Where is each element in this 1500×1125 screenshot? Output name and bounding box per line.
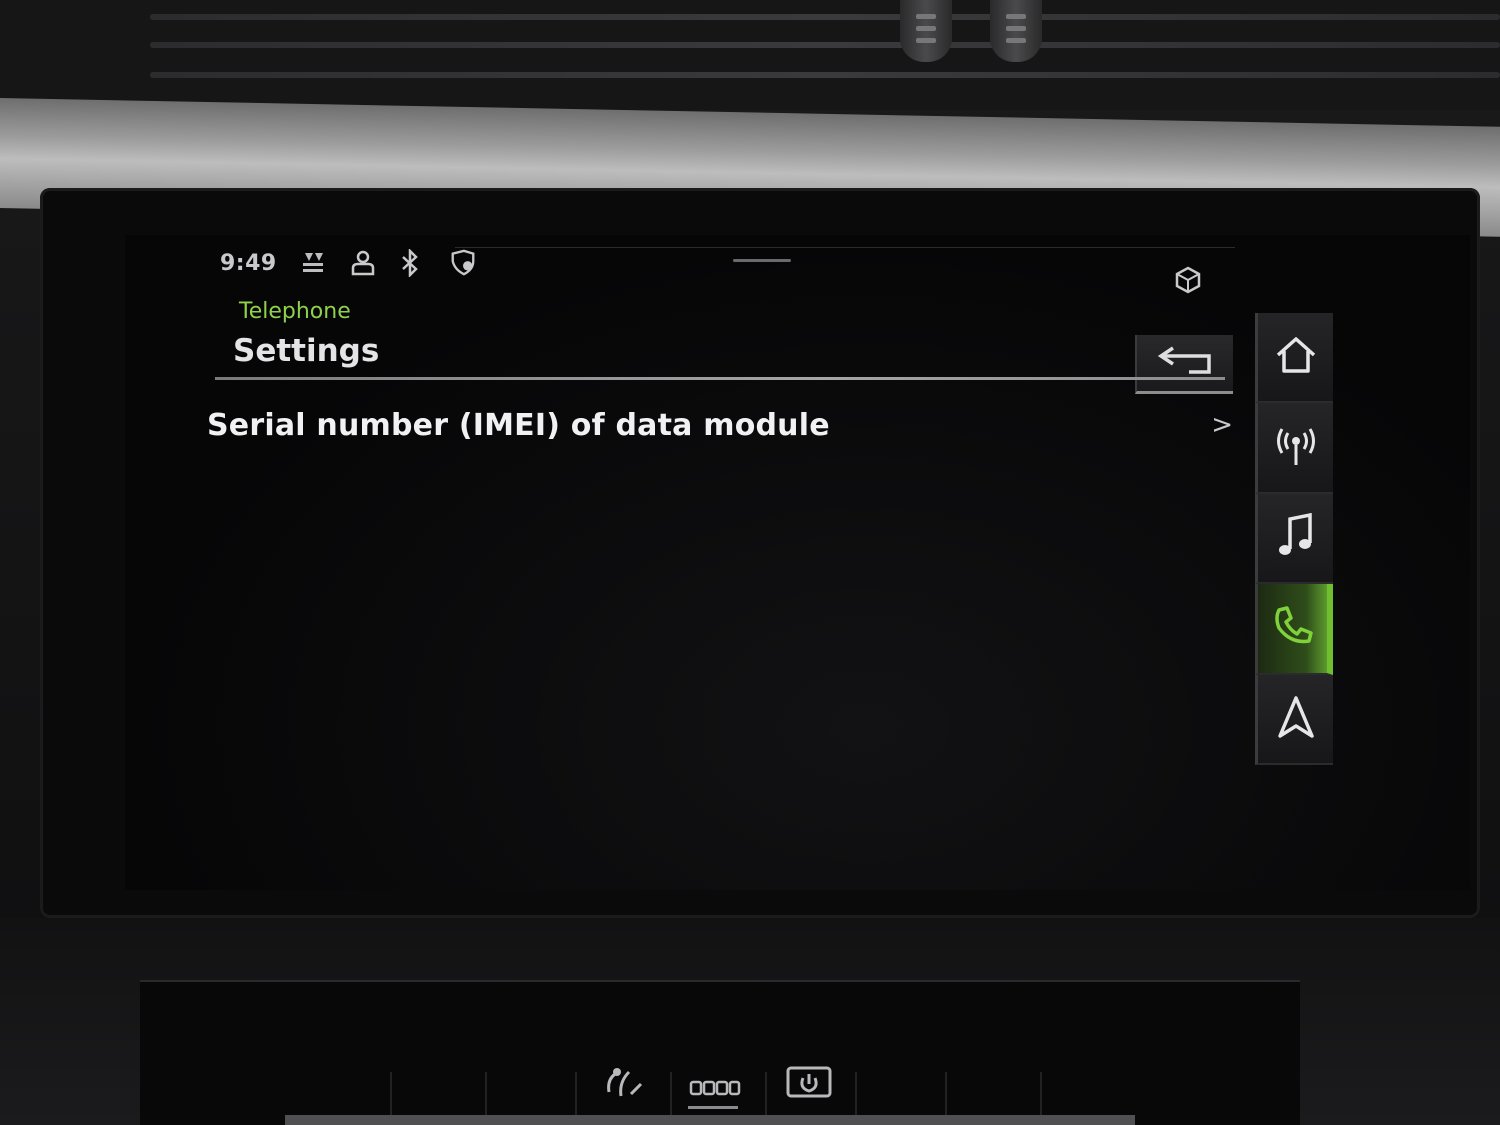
nav-phone-button[interactable]	[1255, 584, 1333, 675]
back-button[interactable]	[1135, 335, 1233, 394]
vent-slat	[150, 72, 1500, 78]
clock: 9:49	[220, 250, 277, 276]
screen-power-button[interactable]	[782, 1064, 836, 1108]
console-strip	[285, 1115, 1135, 1125]
active-indicator	[688, 1106, 738, 1109]
lower-console	[0, 918, 1500, 1125]
air-vents	[0, 0, 1500, 110]
chevron-right-icon: >	[1211, 410, 1233, 440]
cube-icon[interactable]	[1173, 265, 1203, 295]
radio-icon	[1273, 425, 1319, 471]
home-icon	[1274, 335, 1318, 379]
location-shield-icon	[449, 249, 477, 277]
status-bar: 9:49	[220, 245, 477, 281]
pull-down-handle[interactable]	[733, 259, 791, 262]
car-dashboard: 9:49 Telephone Settings Serial number (I…	[0, 0, 1500, 1125]
bluetooth-icon	[399, 249, 427, 277]
climate-airflow-icon	[601, 1064, 645, 1108]
navigation-icon	[1276, 694, 1316, 744]
music-note-icon	[1276, 512, 1316, 563]
header-divider	[215, 377, 1225, 380]
page-title: Settings	[233, 333, 380, 369]
data-connection-icon	[299, 249, 327, 277]
vent-slat	[150, 14, 1500, 20]
nav-radio-button[interactable]	[1255, 403, 1333, 494]
vent-knob[interactable]	[900, 0, 952, 62]
list-item-imei[interactable]: Serial number (IMEI) of data module >	[207, 395, 1237, 455]
top-divider	[455, 247, 1235, 248]
breadcrumb: Telephone	[239, 299, 351, 324]
nav-music-button[interactable]	[1255, 493, 1333, 585]
nav-rail	[1255, 313, 1333, 766]
user-profile-icon	[349, 249, 377, 277]
vent-slat	[150, 42, 1500, 48]
vent-knob[interactable]	[990, 0, 1042, 62]
infotainment-screen: 9:49 Telephone Settings Serial number (I…	[125, 235, 1470, 890]
nav-navigation-button[interactable]	[1255, 674, 1333, 766]
phone-icon	[1271, 604, 1315, 652]
list-item-label: Serial number (IMEI) of data module	[207, 407, 830, 443]
seat-heating-icon	[689, 1076, 741, 1104]
nav-home-button[interactable]	[1255, 313, 1333, 404]
screen-power-icon	[785, 1064, 833, 1108]
climate-airflow-button[interactable]	[596, 1064, 650, 1108]
